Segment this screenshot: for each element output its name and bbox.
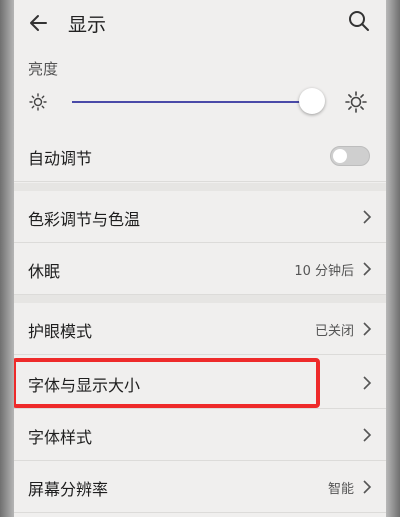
chevron-right-icon	[363, 322, 372, 336]
sleep-row[interactable]: 休眠 10 分钟后	[12, 243, 388, 295]
brightness-slider-thumb[interactable]	[298, 88, 325, 114]
display-settings-screen: 显示 亮度 自动调节 色彩调节与色温 休眠 10 分钟后 护眼模式 已关闭 字体…	[12, 0, 388, 517]
brightness-slider-track[interactable]	[72, 101, 324, 103]
highlight-annotation-box	[12, 358, 320, 408]
eye-comfort-label: 护眼模式	[28, 322, 93, 341]
chevron-right-icon	[363, 262, 372, 276]
brightness-low-icon	[29, 93, 47, 111]
app-header: 显示	[12, 0, 388, 48]
back-arrow-icon[interactable]	[26, 10, 52, 36]
chevron-right-icon	[363, 376, 372, 390]
auto-adjust-row[interactable]: 自动调节	[12, 130, 388, 182]
left-bezel	[0, 0, 14, 517]
color-temperature-row[interactable]: 色彩调节与色温	[12, 191, 388, 243]
brightness-label: 亮度	[28, 60, 59, 78]
screen-resolution-value: 智能	[327, 482, 354, 497]
phone-frame: 显示 亮度 自动调节 色彩调节与色温 休眠 10 分钟后 护眼模式 已关闭 字体…	[0, 0, 400, 517]
brightness-slider-row	[12, 82, 388, 122]
auto-adjust-label: 自动调节	[28, 149, 93, 168]
section-divider	[12, 183, 388, 191]
auto-adjust-toggle[interactable]	[330, 146, 370, 166]
brightness-high-icon	[345, 91, 367, 113]
search-icon[interactable]	[346, 8, 372, 34]
color-temperature-label: 色彩调节与色温	[28, 210, 141, 229]
page-title: 显示	[68, 14, 107, 36]
sleep-label: 休眠	[28, 262, 61, 281]
font-style-row[interactable]: 字体样式	[12, 409, 388, 461]
right-bezel	[386, 0, 400, 517]
chevron-right-icon	[363, 210, 372, 224]
screen-resolution-label: 屏幕分辨率	[28, 480, 109, 499]
eye-comfort-value: 已关闭	[314, 324, 354, 339]
chevron-right-icon	[363, 480, 372, 494]
eye-comfort-row[interactable]: 护眼模式 已关闭	[12, 303, 388, 355]
font-style-label: 字体样式	[28, 428, 93, 447]
toggle-knob	[333, 149, 347, 163]
screen-resolution-row[interactable]: 屏幕分辨率 智能	[12, 461, 388, 513]
section-divider	[12, 295, 388, 303]
chevron-right-icon	[363, 428, 372, 442]
sleep-value: 10 分钟后	[294, 264, 354, 279]
